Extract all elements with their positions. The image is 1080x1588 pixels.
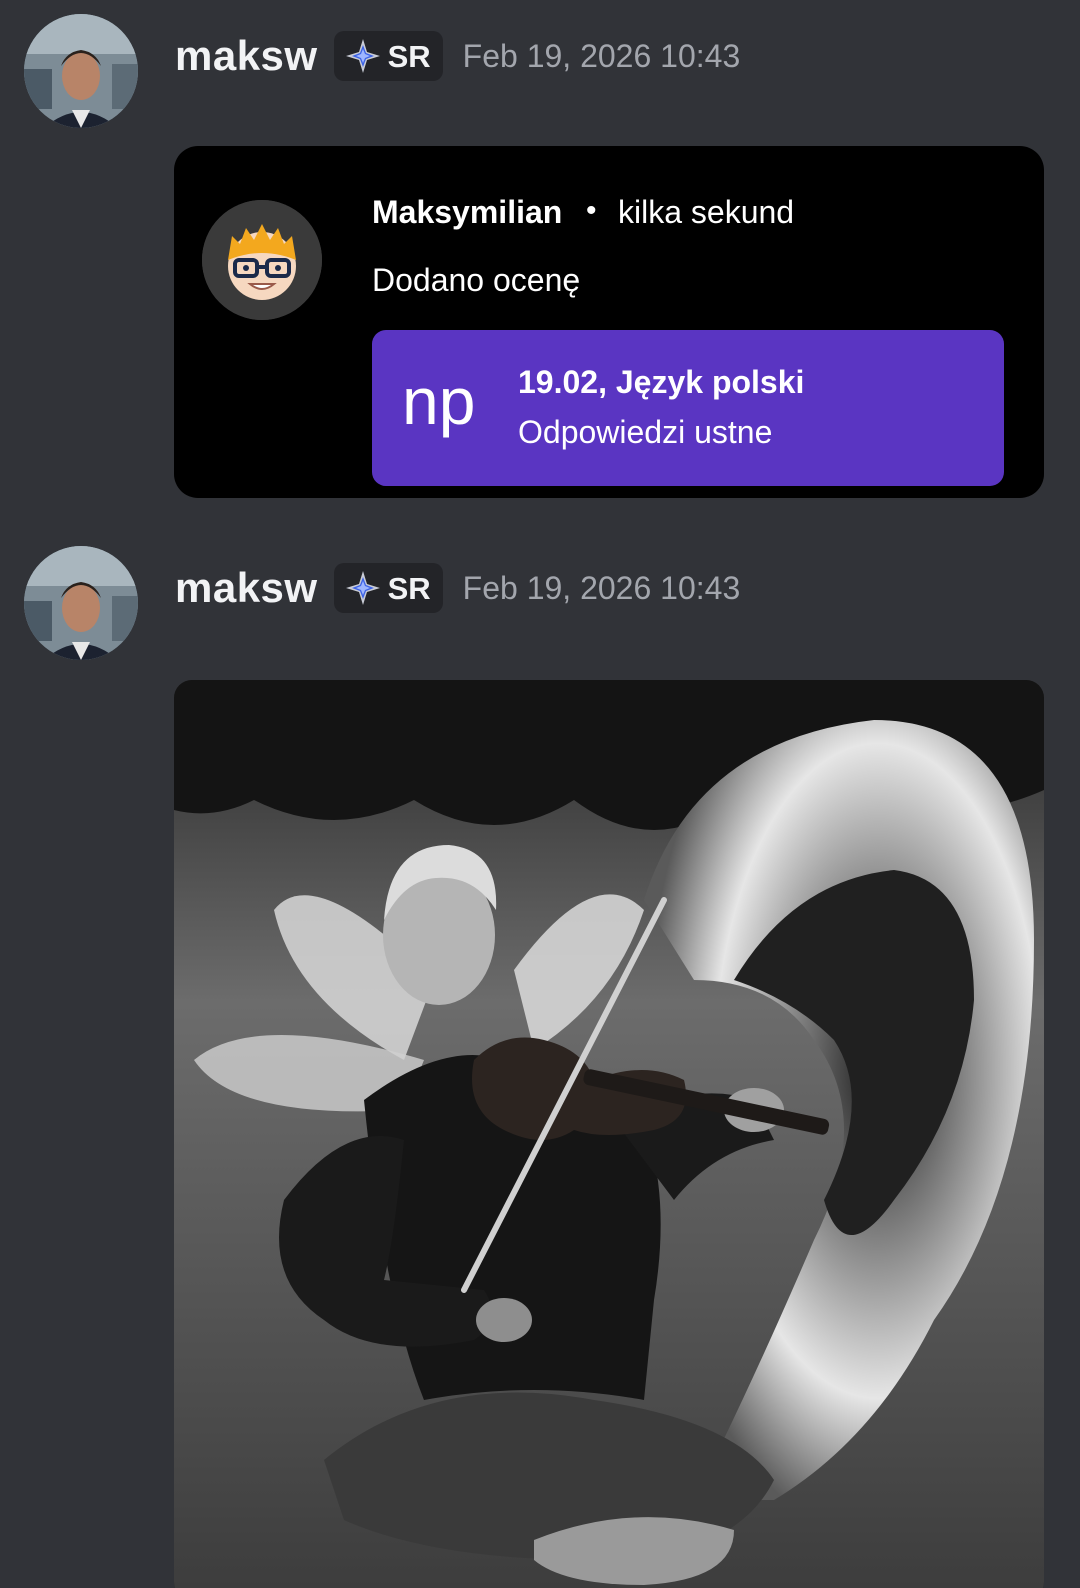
message-timestamp: Feb 19, 2026 10:43 bbox=[462, 38, 741, 74]
image-attachment[interactable] bbox=[174, 680, 1044, 1588]
notification-text: Dodano ocenę bbox=[372, 262, 581, 298]
server-tag-text: SR bbox=[387, 38, 431, 74]
grade-subtitle: Odpowiedzi ustne bbox=[518, 414, 773, 450]
user-avatar[interactable] bbox=[24, 14, 138, 128]
server-tag-badge[interactable]: SR bbox=[333, 31, 443, 81]
grade-value: np bbox=[402, 364, 476, 438]
message-header: maksw SR Feb 19, 2026 10:43 bbox=[175, 560, 740, 616]
diamond-sparkle-icon bbox=[345, 39, 380, 73]
message-timestamp: Feb 19, 2026 10:43 bbox=[462, 570, 741, 606]
username[interactable]: maksw bbox=[175, 35, 318, 77]
diamond-sparkle-icon bbox=[345, 571, 380, 605]
grade-card[interactable]: np 19.02, Język polski Odpowiedzi ustne bbox=[372, 330, 1004, 486]
notification-time: kilka sekund bbox=[618, 194, 795, 230]
cartoon-student-icon bbox=[202, 200, 322, 320]
notification-avatar bbox=[202, 200, 322, 320]
message-header: maksw SR Feb 19, 2026 10:43 bbox=[175, 28, 740, 84]
notification-sender: Maksymilian bbox=[372, 194, 563, 230]
server-tag-badge[interactable]: SR bbox=[333, 563, 443, 613]
chat-view: maksw SR Feb 19, 2026 10:43 Maksymilian … bbox=[0, 0, 1080, 1588]
username[interactable]: maksw bbox=[175, 567, 318, 609]
user-avatar[interactable] bbox=[24, 546, 138, 660]
notification-embed[interactable]: Maksymilian • kilka sekund Dodano ocenę … bbox=[174, 146, 1044, 498]
separator-dot: • bbox=[586, 194, 597, 227]
attachment-image bbox=[174, 680, 1044, 1588]
server-tag-text: SR bbox=[387, 570, 431, 606]
grade-title: 19.02, Język polski bbox=[518, 364, 805, 400]
